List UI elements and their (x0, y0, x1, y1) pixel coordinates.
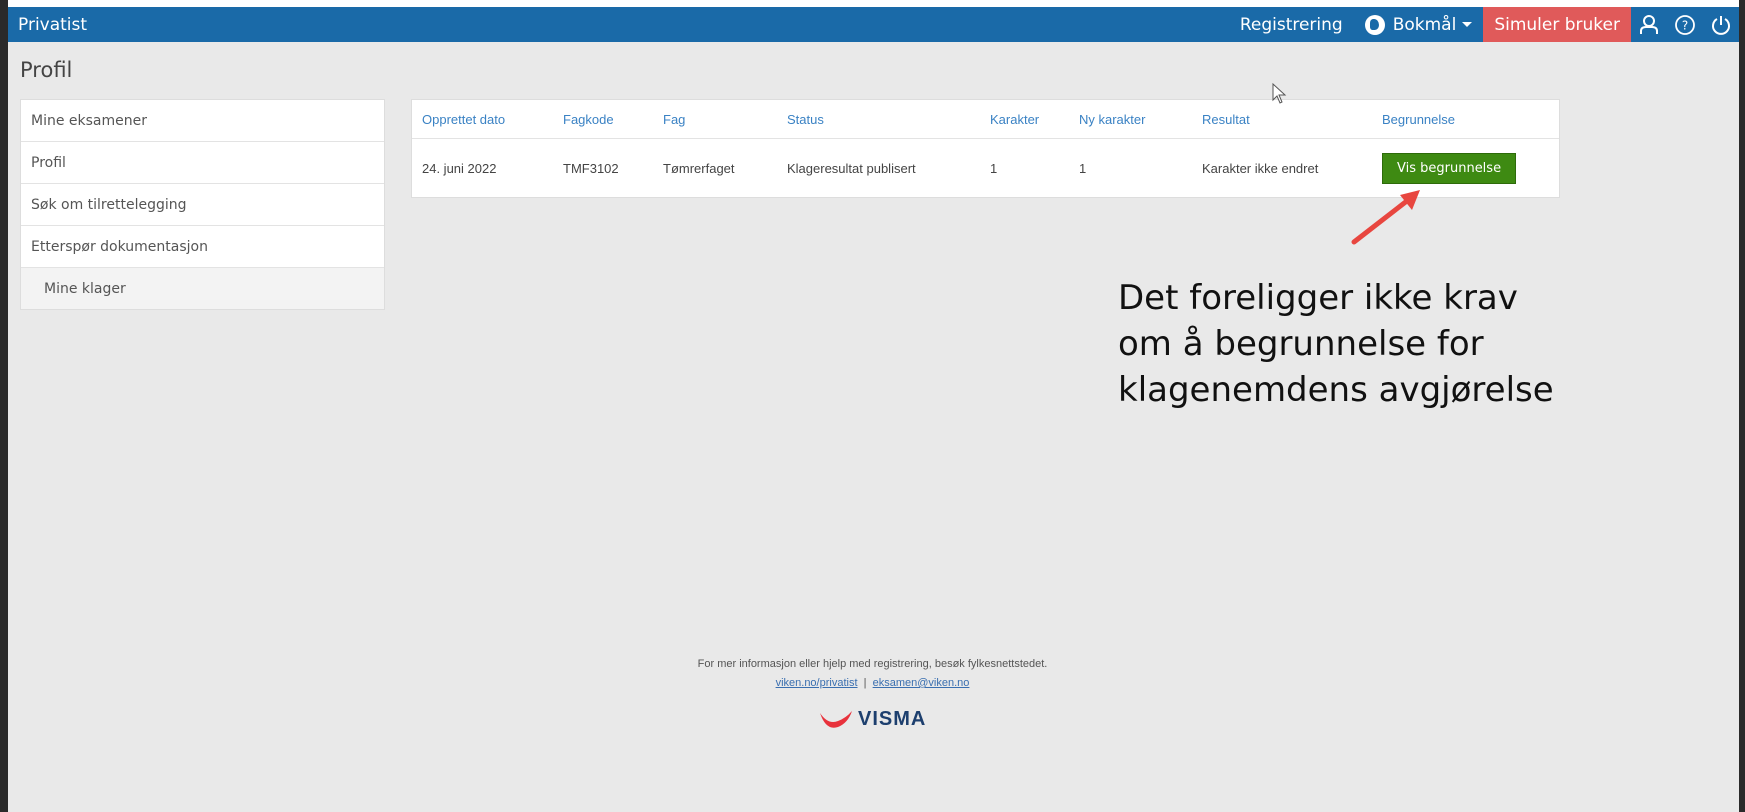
caret-down-icon (1462, 22, 1473, 27)
sidebar-item-dokumentasjon[interactable]: Etterspør dokumentasjon (21, 226, 384, 268)
window-top-edge (0, 0, 1745, 7)
window-left-edge (0, 0, 8, 812)
cell-karakter: 1 (990, 160, 998, 176)
cell-ny-karakter: 1 (1079, 160, 1087, 176)
visma-logo: VISMA (818, 708, 926, 731)
table-header-row: Opprettet dato Fagkode Fag Status Karakt… (412, 100, 1559, 139)
annotation-line-1: Det foreligger ikke krav (1118, 278, 1518, 318)
page-title: Profil (20, 58, 73, 82)
language-dropdown[interactable]: Bokmål (1354, 7, 1484, 42)
annotation-line-3: klagenemdens avgjørelse (1118, 370, 1554, 410)
top-navbar: Privatist Registrering Bokmål Simuler br… (8, 7, 1739, 42)
vis-begrunnelse-button[interactable]: Vis begrunnelse (1382, 152, 1517, 184)
globe-icon (1364, 14, 1385, 35)
sidebar-item-mine-eksamener[interactable]: Mine eksamener (21, 100, 384, 142)
svg-text:?: ? (1682, 18, 1688, 32)
footer-separator: | (863, 677, 867, 689)
brand-link[interactable]: Privatist (8, 15, 87, 35)
col-header-karakter: Karakter (980, 100, 1069, 139)
col-header-opprettet-dato: Opprettet dato (412, 100, 553, 139)
col-header-fagkode: Fagkode (553, 100, 653, 139)
navbar-right: Registrering Bokmål Simuler bruker ? (1229, 7, 1739, 42)
red-arrow-icon (1351, 190, 1420, 245)
mouse-cursor-icon (1272, 82, 1287, 104)
col-header-begrunnelse: Begrunnelse (1372, 100, 1559, 139)
visma-swoosh-icon (820, 710, 852, 728)
annotation-text: Det foreligger ikke krav om å begrunnels… (1118, 275, 1554, 413)
footer-links: viken.no/privatist | eksamen@viken.no (0, 677, 1745, 689)
col-header-status: Status (777, 100, 980, 139)
language-label: Bokmål (1392, 14, 1457, 35)
klager-table: Opprettet dato Fagkode Fag Status Karakt… (411, 99, 1560, 198)
footer-info: For mer informasjon eller hjelp med regi… (697, 658, 1048, 670)
window-right-edge (1739, 0, 1745, 812)
registrering-link[interactable]: Registrering (1229, 7, 1354, 42)
simuler-bruker-button[interactable]: Simuler bruker (1483, 7, 1631, 42)
visma-logo-text: VISMA (858, 708, 927, 730)
annotation-line-2: om å begrunnelse for (1118, 324, 1484, 364)
cell-fagkode: TMF3102 (563, 160, 619, 176)
sidebar-item-tilrettelegging[interactable]: Søk om tilrettelegging (21, 184, 384, 226)
sidebar-item-profil[interactable]: Profil (21, 142, 384, 184)
col-header-fag: Fag (653, 100, 777, 139)
col-header-ny-karakter: Ny karakter (1069, 100, 1192, 139)
privatist-link[interactable]: viken.no/privatist (776, 677, 858, 689)
user-icon[interactable] (1631, 7, 1667, 42)
cell-fag: Tømrerfaget (663, 160, 735, 176)
cell-dato: 24. juni 2022 (422, 160, 497, 176)
cell-status: Klageresultat publisert (787, 160, 916, 176)
sidebar-item-mine-klager[interactable]: Mine klager (21, 268, 384, 309)
email-link[interactable]: eksamen@viken.no (873, 677, 970, 689)
sidebar: Mine eksamener Profil Søk om tilretteleg… (20, 99, 385, 310)
power-icon[interactable] (1703, 7, 1739, 42)
help-icon[interactable]: ? (1667, 7, 1703, 42)
